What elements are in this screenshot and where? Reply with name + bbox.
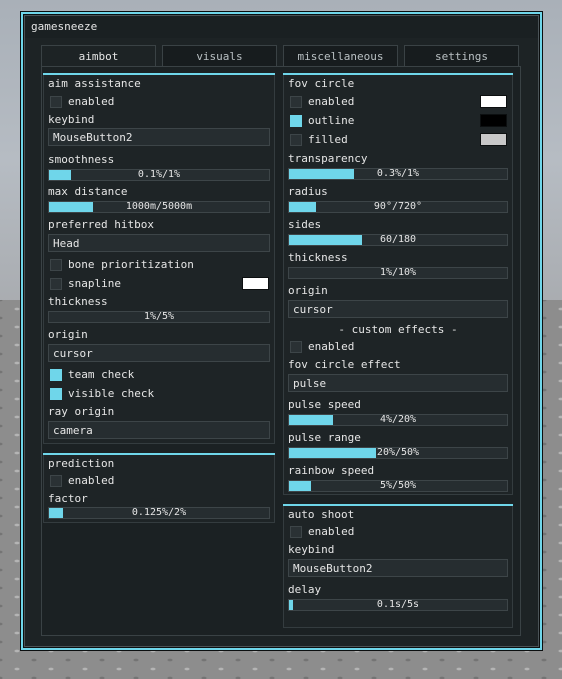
tab-aimbot[interactable]: aimbot: [41, 45, 156, 67]
fov-effect-label: fov circle effect: [288, 358, 401, 371]
slider-value: 0.3%/1%: [376, 168, 420, 179]
delay-label: delay: [288, 583, 322, 596]
pulse-range-slider[interactable]: 20%/50%: [288, 447, 508, 459]
thickness-label: thickness: [48, 295, 108, 308]
rainbow-speed-label: rainbow speed: [288, 464, 375, 477]
ray-origin-label: ray origin: [48, 405, 115, 418]
aim-assistance-section: aim assistance enabled keybind MouseButt…: [43, 73, 275, 444]
section-title: auto shoot: [288, 508, 355, 521]
transparency-slider[interactable]: 0.3%/1%: [288, 168, 508, 180]
slider-value: 0.1%/1%: [137, 169, 181, 180]
cheat-menu-window[interactable]: gamesneeze aimbot visuals miscellaneous …: [24, 15, 539, 647]
visible-check-checkbox[interactable]: [50, 388, 62, 400]
max-distance-label: max distance: [48, 185, 128, 198]
transparency-label: transparency: [288, 152, 368, 165]
section-title: prediction: [48, 457, 115, 470]
effects-enabled-checkbox[interactable]: [290, 341, 302, 353]
prediction-section: prediction enabled factor 0.125%/2%: [43, 453, 275, 523]
fov-thickness-label: thickness: [288, 251, 348, 264]
aim-enabled-checkbox[interactable]: [50, 96, 62, 108]
visible-check-label: visible check: [68, 387, 155, 400]
filled-checkbox[interactable]: [290, 134, 302, 146]
preferred-hitbox-label: preferred hitbox: [48, 218, 154, 231]
tab-settings[interactable]: settings: [404, 45, 519, 67]
fov-effect-dropdown[interactable]: pulse: [288, 374, 508, 392]
max-distance-slider[interactable]: 1000m/5000m: [48, 201, 270, 213]
radius-slider[interactable]: 90°/720°: [288, 201, 508, 213]
origin-label: origin: [48, 328, 88, 341]
outline-checkbox[interactable]: [290, 115, 302, 127]
fov-origin-dropdown[interactable]: cursor: [288, 300, 508, 318]
fov-circle-section: fov circle enabled outline filled transp…: [283, 73, 513, 495]
bone-prioritization-checkbox[interactable]: [50, 259, 62, 271]
slider-value: 5%/50%: [379, 480, 417, 491]
pulse-speed-label: pulse speed: [288, 398, 361, 411]
preferred-hitbox-dropdown[interactable]: Head: [48, 234, 270, 252]
slider-value: 20%/50%: [376, 447, 420, 458]
slider-value: 0.1s/5s: [376, 599, 420, 610]
pulse-range-label: pulse range: [288, 431, 361, 444]
smoothness-slider[interactable]: 0.1%/1%: [48, 169, 270, 181]
auto-shoot-enabled-label: enabled: [308, 525, 355, 538]
slider-value: 1%/10%: [379, 267, 417, 278]
outline-color-swatch[interactable]: [480, 114, 507, 127]
custom-effects-header: - custom effects -: [338, 323, 458, 336]
slider-value: 60/180: [379, 234, 417, 245]
section-title: aim assistance: [48, 77, 141, 90]
filled-color-swatch[interactable]: [480, 133, 507, 146]
team-check-label: team check: [68, 368, 135, 381]
slider-value: 90°/720°: [373, 201, 423, 212]
team-check-checkbox[interactable]: [50, 369, 62, 381]
slider-value: 4%/20%: [379, 414, 417, 425]
tab-visuals[interactable]: visuals: [162, 45, 277, 67]
pulse-speed-slider[interactable]: 4%/20%: [288, 414, 508, 426]
slider-value: 1000m/5000m: [125, 201, 193, 212]
fov-thickness-slider[interactable]: 1%/10%: [288, 267, 508, 279]
auto-shoot-section: auto shoot enabled keybind MouseButton2 …: [283, 504, 513, 628]
fov-color-swatch[interactable]: [480, 95, 507, 108]
prediction-enabled-checkbox[interactable]: [50, 475, 62, 487]
bone-prioritization-label: bone prioritization: [68, 258, 194, 271]
section-title: fov circle: [288, 77, 355, 90]
effects-enabled-label: enabled: [308, 340, 355, 353]
tab-miscellaneous[interactable]: miscellaneous: [283, 45, 398, 67]
prediction-enabled-label: enabled: [68, 474, 115, 487]
snapline-color-swatch[interactable]: [242, 277, 269, 290]
filled-label: filled: [308, 133, 348, 146]
auto-shoot-keybind-label: keybind: [288, 543, 335, 556]
fov-origin-label: origin: [288, 284, 328, 297]
keybind-label: keybind: [48, 113, 95, 126]
slider-value: 1%/5%: [143, 311, 175, 322]
sides-slider[interactable]: 60/180: [288, 234, 508, 246]
aim-enabled-label: enabled: [68, 95, 115, 108]
delay-slider[interactable]: 0.1s/5s: [288, 599, 508, 611]
window-title[interactable]: gamesneeze: [25, 16, 538, 38]
origin-dropdown[interactable]: cursor: [48, 344, 270, 362]
outline-label: outline: [308, 114, 355, 127]
auto-shoot-enabled-checkbox[interactable]: [290, 526, 302, 538]
rainbow-speed-slider[interactable]: 5%/50%: [288, 480, 508, 492]
snapline-checkbox[interactable]: [50, 278, 62, 290]
sides-label: sides: [288, 218, 322, 231]
factor-slider[interactable]: 0.125%/2%: [48, 507, 270, 519]
factor-label: factor: [48, 492, 88, 505]
smoothness-label: smoothness: [48, 153, 115, 166]
tab-bar: aimbot visuals miscellaneous settings: [41, 45, 521, 67]
snapline-label: snapline: [68, 277, 121, 290]
slider-value: 0.125%/2%: [131, 507, 187, 518]
radius-label: radius: [288, 185, 328, 198]
fov-enabled-checkbox[interactable]: [290, 96, 302, 108]
keybind-field[interactable]: MouseButton2: [48, 128, 270, 146]
ray-origin-dropdown[interactable]: camera: [48, 421, 270, 439]
tab-content: aim assistance enabled keybind MouseButt…: [41, 66, 521, 636]
auto-shoot-keybind-field[interactable]: MouseButton2: [288, 559, 508, 577]
fov-enabled-label: enabled: [308, 95, 355, 108]
thickness-slider[interactable]: 1%/5%: [48, 311, 270, 323]
